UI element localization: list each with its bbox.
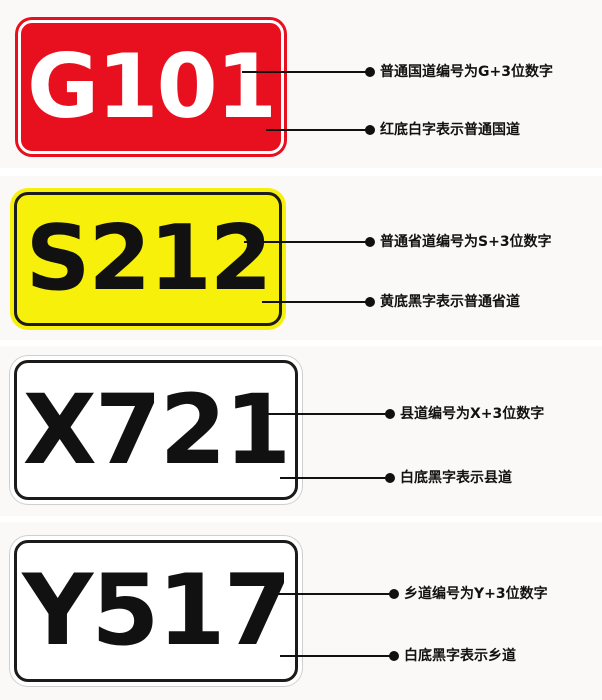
annotation-label: 普通省道编号为S+3位数字 <box>380 234 552 250</box>
annotation-label: 县道编号为X+3位数字 <box>400 406 545 422</box>
leader-dot <box>365 237 375 247</box>
leader-dot <box>385 409 395 419</box>
annotation-label: 白底黑字表示县道 <box>400 470 512 486</box>
annotation-label: 普通国道编号为G+3位数字 <box>380 64 553 80</box>
annotation-label: 红底白字表示普通国道 <box>380 122 520 138</box>
leader-dot <box>389 651 399 661</box>
annotation-label: 黄底黑字表示普通省道 <box>380 294 520 310</box>
leader-dot <box>389 589 399 599</box>
leader-dot <box>365 67 375 77</box>
leader-dot <box>385 473 395 483</box>
annotation-label: 白底黑字表示乡道 <box>404 648 516 664</box>
annotation-label: 乡道编号为Y+3位数字 <box>404 586 548 602</box>
leader-dot <box>365 297 375 307</box>
leader-dot <box>365 125 375 135</box>
